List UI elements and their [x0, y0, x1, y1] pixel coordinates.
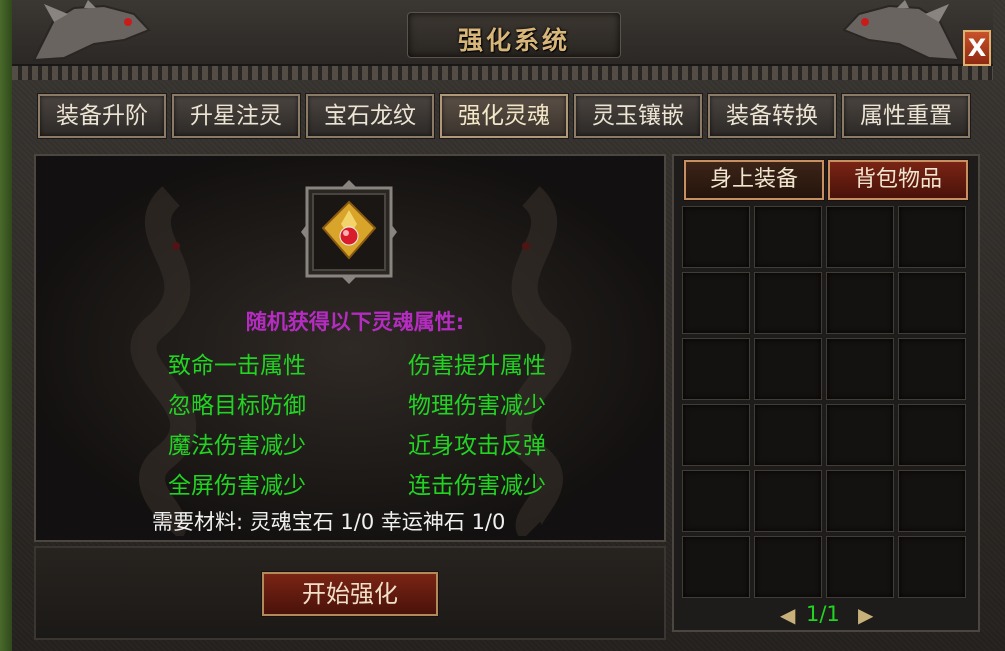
inventory-slot[interactable]	[682, 470, 750, 532]
random-soul-prompt: 随机获得以下灵魂属性:	[245, 310, 465, 334]
tab-star-spirit[interactable]: 升星注灵	[171, 93, 301, 139]
tab-equipped-items[interactable]: 身上装备	[683, 159, 825, 201]
tab-attribute-reset[interactable]: 属性重置	[841, 93, 971, 139]
inventory-slot[interactable]	[898, 470, 966, 532]
start-enhance-button[interactable]: 开始强化	[261, 571, 439, 617]
attribute-item: 忽略目标防御	[168, 393, 306, 419]
tab-equipment-upgrade[interactable]: 装备升阶	[37, 93, 167, 139]
page-indicator: 1/1	[806, 602, 840, 626]
material-requirement: 需要材料: 灵魂宝石 1/0 幸运神石 1/0	[152, 510, 506, 534]
inventory-slot[interactable]	[754, 470, 822, 532]
inventory-slot[interactable]	[826, 470, 894, 532]
tab-bag-items[interactable]: 背包物品	[827, 159, 969, 201]
attribute-item: 连击伤害减少	[408, 473, 546, 499]
inventory-slot[interactable]	[682, 536, 750, 598]
title-bar: 强化系统	[12, 0, 993, 66]
inventory-slot[interactable]	[754, 272, 822, 334]
inventory-slot[interactable]	[826, 536, 894, 598]
inventory-slot[interactable]	[826, 206, 894, 268]
inventory-slot[interactable]	[826, 272, 894, 334]
inventory-slot[interactable]	[682, 206, 750, 268]
window-title: 强化系统	[457, 26, 570, 55]
attribute-item: 魔法伤害减少	[168, 433, 306, 459]
inventory-slot[interactable]	[826, 404, 894, 466]
tab-soul-enhance[interactable]: 强化灵魂	[439, 93, 569, 139]
inventory-slot[interactable]	[898, 206, 966, 268]
inventory-slot[interactable]	[898, 338, 966, 400]
attribute-item: 致命一击属性	[168, 353, 306, 379]
inventory-slot[interactable]	[754, 404, 822, 466]
inventory-slot[interactable]	[682, 338, 750, 400]
attribute-item: 伤害提升属性	[408, 353, 546, 379]
decorative-chain	[12, 66, 993, 80]
dragon-ornament-left	[32, 0, 151, 62]
pagination: ◀ 1/1 ▶	[778, 602, 878, 628]
title-plate: 强化系统	[407, 12, 621, 58]
prev-page-icon[interactable]: ◀	[780, 603, 795, 627]
inventory-slot[interactable]	[754, 338, 822, 400]
inventory-slot[interactable]	[754, 536, 822, 598]
tab-gem-dragon[interactable]: 宝石龙纹	[305, 93, 435, 139]
inventory-slot[interactable]	[898, 404, 966, 466]
attribute-item: 全屏伤害减少	[168, 473, 306, 499]
tab-equipment-convert[interactable]: 装备转换	[707, 93, 837, 139]
inventory-slot[interactable]	[682, 272, 750, 334]
inventory-slot[interactable]	[682, 404, 750, 466]
attribute-item: 物理伤害减少	[408, 393, 546, 419]
attribute-item: 近身攻击反弹	[408, 433, 546, 459]
tab-jade-inlay[interactable]: 灵玉镶嵌	[573, 93, 703, 139]
close-button[interactable]: X	[963, 30, 991, 66]
inventory-slot[interactable]	[898, 272, 966, 334]
inventory-slot[interactable]	[898, 536, 966, 598]
item-slot[interactable]	[301, 180, 397, 284]
inventory-slot[interactable]	[826, 338, 894, 400]
inventory-slot[interactable]	[754, 206, 822, 268]
dragon-ornament-right	[842, 0, 961, 62]
next-page-icon[interactable]: ▶	[858, 603, 873, 627]
